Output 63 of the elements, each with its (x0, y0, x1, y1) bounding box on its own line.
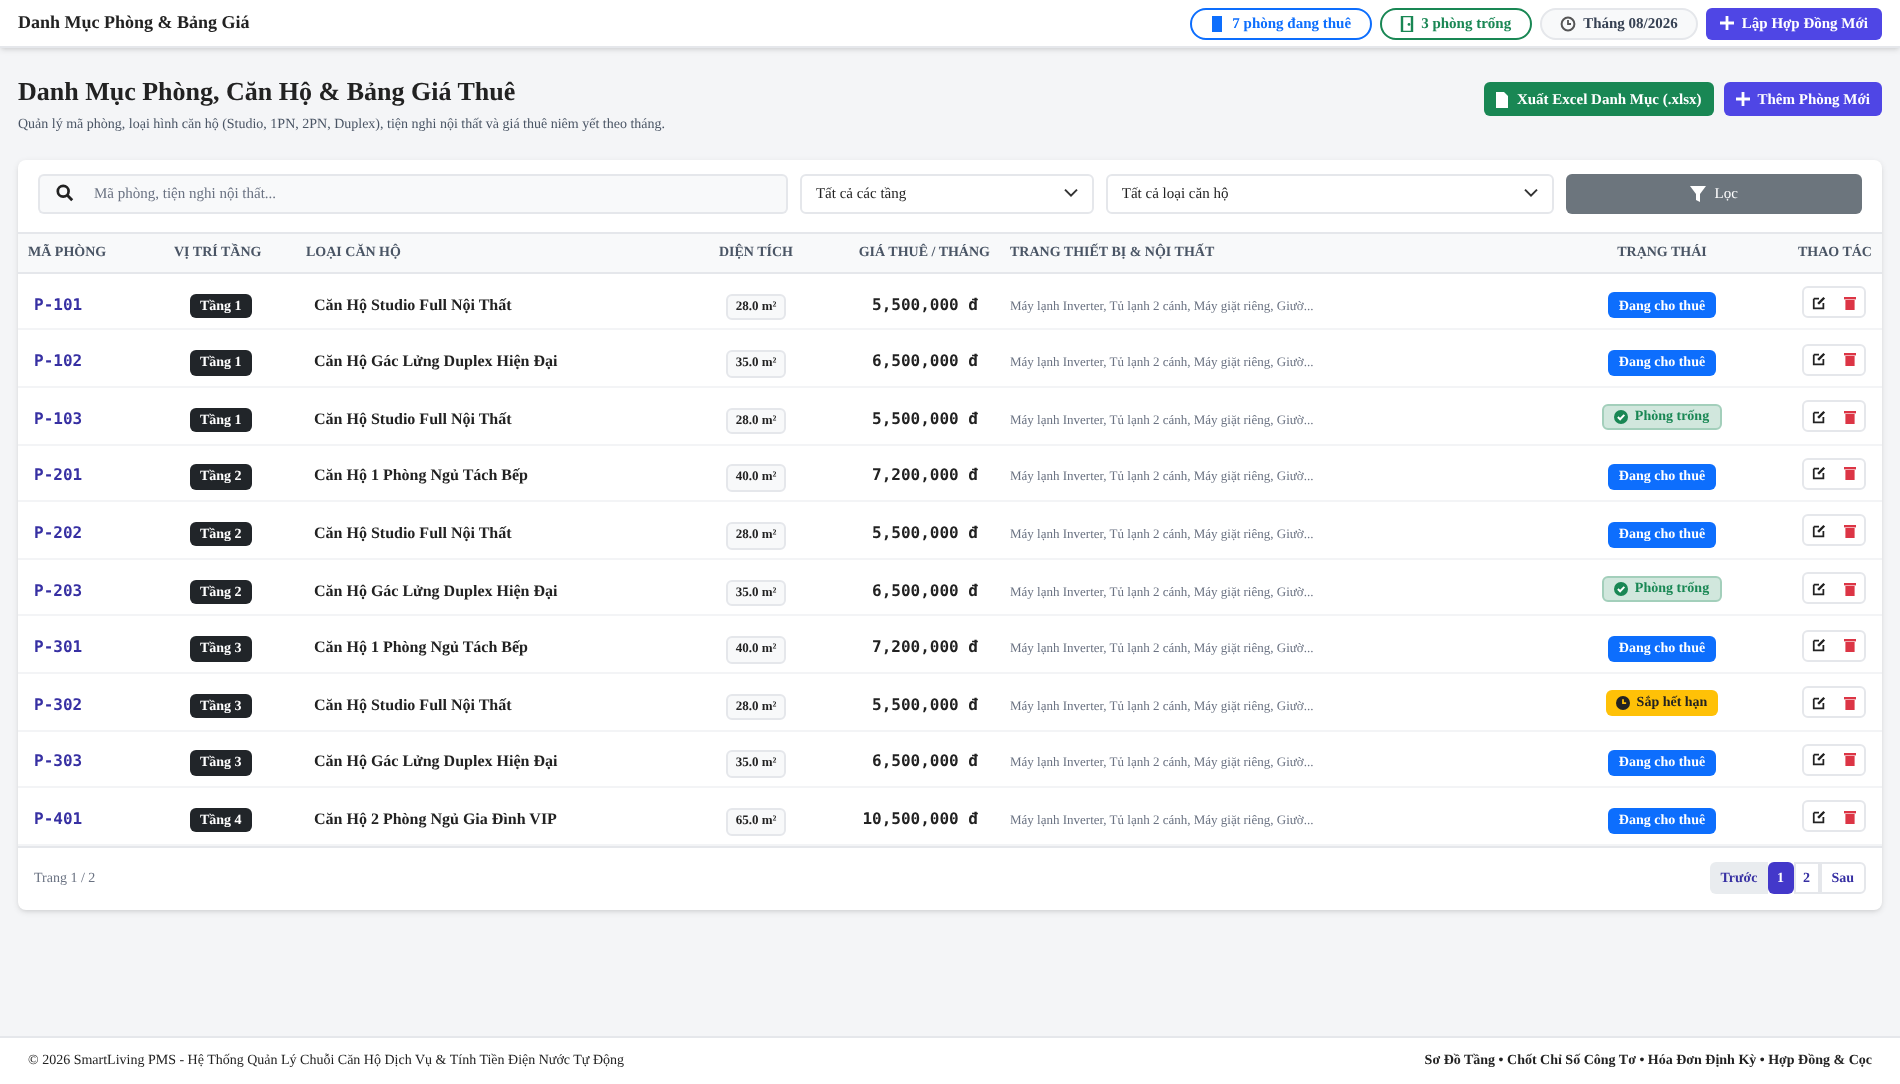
edit-icon (1812, 638, 1826, 653)
trash-icon (1843, 752, 1855, 767)
monthly-price: 5,500,000 đ (872, 695, 978, 714)
room-code-link[interactable]: P-203 (34, 581, 83, 600)
clock-icon (1616, 695, 1631, 710)
monthly-price: 6,500,000 đ (872, 352, 978, 371)
room-code-link[interactable]: P-202 (34, 523, 83, 542)
plus-icon (1719, 16, 1734, 30)
room-code-link[interactable]: P-201 (34, 466, 83, 485)
room-code-link[interactable]: P-302 (34, 695, 83, 714)
apartment-type: Căn Hộ Studio Full Nội Thất (314, 695, 512, 714)
clock-icon (1559, 15, 1576, 31)
room-code-link[interactable]: P-103 (34, 409, 83, 428)
trash-icon (1843, 638, 1855, 653)
monthly-price: 5,500,000 đ (872, 295, 978, 314)
page-title: Danh Mục Phòng, Căn Hộ & Bảng Giá Thuê (18, 76, 518, 109)
edit-icon (1812, 523, 1826, 538)
edit-icon (1812, 581, 1826, 596)
apartment-type: Căn Hộ Gác Lửng Duplex Hiện Đại (314, 352, 558, 371)
edit-icon (1812, 752, 1826, 767)
door-icon (1399, 15, 1414, 31)
trash-icon (1843, 295, 1855, 310)
edit-icon (1812, 409, 1826, 424)
trash-icon (1843, 466, 1855, 481)
check-circle-icon (1614, 581, 1629, 596)
trash-icon (1843, 523, 1855, 538)
apartment-type: Căn Hộ 1 Phòng Ngủ Tách Bếp (314, 638, 528, 657)
edit-icon (1812, 352, 1826, 367)
monthly-price: 5,500,000 đ (872, 409, 978, 428)
plus-icon (1735, 92, 1750, 106)
trash-icon (1843, 809, 1855, 824)
trash-icon (1843, 581, 1855, 596)
monthly-price: 5,500,000 đ (872, 523, 978, 542)
trash-icon (1843, 409, 1855, 424)
monthly-price: 10,500,000 đ (862, 809, 978, 828)
filter-icon (1690, 185, 1707, 202)
apartment-type: Căn Hộ Gác Lửng Duplex Hiện Đại (314, 752, 558, 771)
room-code-link[interactable]: P-401 (34, 809, 83, 828)
chevron-down-icon (1524, 188, 1539, 199)
trash-icon (1843, 352, 1855, 367)
edit-icon (1812, 295, 1826, 310)
monthly-price: 6,500,000 đ (872, 581, 978, 600)
room-code-link[interactable]: P-301 (34, 638, 83, 657)
apartment-type: Căn Hộ Gác Lửng Duplex Hiện Đại (314, 581, 558, 600)
room-code-link[interactable]: P-303 (34, 752, 83, 771)
monthly-price: 7,200,000 đ (872, 466, 978, 485)
edit-icon (1812, 466, 1826, 481)
apartment-type: Căn Hộ Studio Full Nội Thất (314, 295, 512, 314)
app-title: Danh Mục Phòng & Bảng Giá (18, 9, 250, 36)
trash-icon (1843, 695, 1855, 710)
chevron-down-icon (1063, 188, 1078, 199)
file-icon (1496, 91, 1509, 107)
edit-icon (1812, 809, 1826, 824)
room-code-link[interactable]: P-102 (34, 352, 83, 371)
monthly-price: 6,500,000 đ (872, 752, 978, 771)
apartment-type: Căn Hộ 1 Phòng Ngủ Tách Bếp (314, 466, 528, 485)
edit-icon (1812, 695, 1826, 710)
apartment-type: Căn Hộ Studio Full Nội Thất (314, 523, 512, 542)
check-circle-icon (1614, 409, 1629, 424)
room-code-link[interactable]: P-101 (34, 295, 83, 314)
apartment-type: Căn Hộ Studio Full Nội Thất (314, 409, 512, 428)
monthly-price: 7,200,000 đ (872, 638, 978, 657)
apartment-type: Căn Hộ 2 Phòng Ngủ Gia Đình VIP (314, 809, 557, 828)
